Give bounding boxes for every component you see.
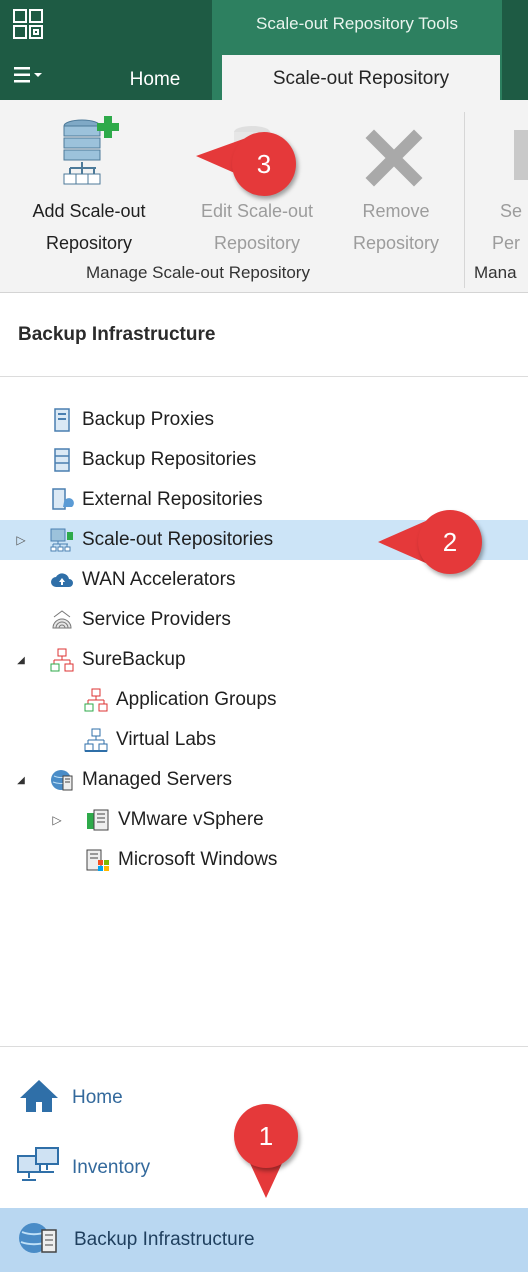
remove-label-line2: Repository xyxy=(352,233,440,253)
tab-scale-out-repository[interactable]: Scale-out Repository xyxy=(222,55,500,102)
callout-3: 3 xyxy=(196,132,306,202)
edit-scale-out-label-line2: Repository xyxy=(213,233,301,253)
backup-infrastructure-icon xyxy=(16,1218,64,1263)
vsphere-icon xyxy=(86,808,110,832)
external-repository-icon xyxy=(50,488,74,512)
tree-item-virtual-labs[interactable]: Virtual Labs xyxy=(0,720,528,760)
ribbon-group-label-partial: Mana xyxy=(474,263,517,282)
pane-title-divider xyxy=(0,376,528,377)
collapsed-chevron-icon[interactable]: ▷ xyxy=(14,533,28,547)
tree-item-managed-servers[interactable]: ◢ Managed Servers xyxy=(0,760,528,800)
tree-item-backup-repositories[interactable]: Backup Repositories xyxy=(0,440,528,480)
tree-item-service-providers[interactable]: Service Providers xyxy=(0,600,528,640)
tree-item-label: Backup Repositories xyxy=(82,449,257,470)
remove-repository-button[interactable]: Remove Repository xyxy=(336,108,456,258)
tree-item-application-groups[interactable]: Application Groups xyxy=(0,680,528,720)
remove-label-line1: Remove xyxy=(362,201,430,221)
hamburger-menu-icon xyxy=(14,65,44,91)
tree-item-microsoft-windows[interactable]: Microsoft Windows xyxy=(0,840,528,880)
tree-item-label: Virtual Labs xyxy=(116,729,216,750)
nav-inventory-label: Inventory xyxy=(72,1157,151,1178)
inventory-icon xyxy=(16,1146,62,1191)
callout-badge: 1 xyxy=(234,1104,298,1168)
add-scale-out-label-line1: Add Scale-out xyxy=(32,201,146,221)
nav-home-label: Home xyxy=(72,1087,123,1108)
tree-item-label: External Repositories xyxy=(82,489,263,510)
nav-backup-infrastructure[interactable]: Backup Infrastructure xyxy=(0,1208,528,1272)
tree-item-label: VMware vSphere xyxy=(118,809,264,830)
tree-item-label: Backup Proxies xyxy=(82,409,215,430)
expanded-chevron-icon[interactable]: ◢ xyxy=(14,655,28,666)
tree-item-label: SureBackup xyxy=(82,649,186,670)
add-scale-out-repository-button[interactable]: Add Scale-out Repository xyxy=(0,108,178,258)
callout-1: 1 xyxy=(232,1102,302,1202)
tree-item-label: Scale-out Repositories xyxy=(82,529,274,550)
tree-item-label: Managed Servers xyxy=(82,769,232,790)
tree-item-vmware-vsphere[interactable]: ▷ VMware vSphere xyxy=(0,800,528,840)
cloud-icon xyxy=(50,568,74,592)
service-provider-icon xyxy=(50,608,74,632)
add-repository-icon xyxy=(58,116,128,188)
tree-view: Backup Proxies Backup Repositories Exter… xyxy=(0,400,528,880)
remove-x-icon xyxy=(364,128,424,188)
application-group-icon xyxy=(84,688,108,712)
settings-icon xyxy=(514,130,528,180)
expanded-chevron-icon[interactable]: ◢ xyxy=(14,775,28,786)
tree-item-backup-proxies[interactable]: Backup Proxies xyxy=(0,400,528,440)
tree-item-label: WAN Accelerators xyxy=(82,569,236,590)
proxy-server-icon xyxy=(50,408,74,432)
settings-label-line1: Se xyxy=(500,201,523,221)
nav-backup-infrastructure-label: Backup Infrastructure xyxy=(74,1229,255,1250)
callout-badge: 2 xyxy=(418,510,482,574)
surebackup-icon xyxy=(50,648,74,672)
tab-home[interactable]: Home xyxy=(110,60,200,100)
settings-button[interactable]: Se Per xyxy=(478,108,528,258)
tree-item-label: Application Groups xyxy=(116,689,277,710)
repository-icon xyxy=(50,448,74,472)
callout-2: 2 xyxy=(378,510,498,580)
windows-icon xyxy=(86,848,110,872)
ribbon-group-label-manage: Manage Scale-out Repository xyxy=(86,263,310,282)
tree-item-label: Microsoft Windows xyxy=(118,849,278,870)
bottom-nav-divider xyxy=(0,1046,528,1047)
virtual-lab-icon xyxy=(84,728,108,752)
callout-badge: 3 xyxy=(232,132,296,196)
settings-label-line2: Per xyxy=(492,233,521,253)
collapsed-chevron-icon[interactable]: ▷ xyxy=(50,813,64,827)
main-menu-button[interactable] xyxy=(14,62,54,94)
tree-item-label: Service Providers xyxy=(82,609,231,630)
home-icon xyxy=(18,1078,60,1119)
scale-out-repository-icon xyxy=(50,528,74,552)
ribbon-group-separator xyxy=(464,112,465,288)
contextual-tab-group: Scale-out Repository Tools xyxy=(212,0,502,48)
managed-servers-icon xyxy=(50,768,74,792)
app-logo-icon xyxy=(12,8,44,40)
add-scale-out-label-line2: Repository xyxy=(45,233,133,253)
tree-item-surebackup[interactable]: ◢ SureBackup xyxy=(0,640,528,680)
pane-title: Backup Infrastructure xyxy=(18,324,216,345)
